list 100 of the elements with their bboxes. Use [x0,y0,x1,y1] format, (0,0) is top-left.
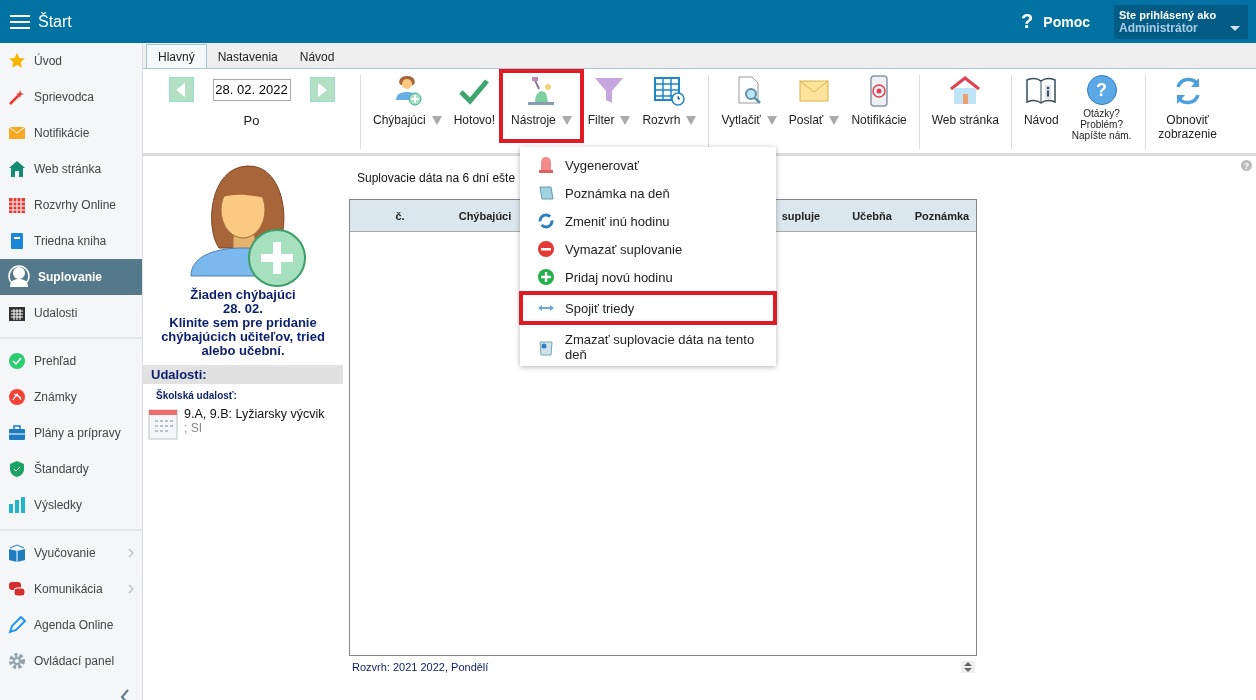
date-field[interactable]: 28. 02. 2022 [212,78,291,101]
sidebar-label: Udalosti [34,306,78,320]
sidebar-item[interactable]: Prehľad [0,343,142,379]
sidebar-item[interactable]: Vyučovanie [0,535,142,571]
app-title[interactable]: Štart [38,12,72,31]
toolbar-button[interactable]: Hotovo! [447,75,502,149]
sidebar-item[interactable]: Štandardy [0,451,142,487]
sidebar-item[interactable]: Úvod [0,43,142,79]
toolbar-button[interactable]: Poslať [782,75,846,149]
notebook-icon [8,232,26,250]
user-name: Administrátor [1119,20,1198,35]
user-dropdown[interactable]: Ste prihlásený ako Administrátor [1114,4,1248,39]
pencil-icon [8,616,26,634]
triangle-right-icon [317,82,327,97]
sidebar-label: Plány a prípravy [34,426,121,440]
sidebar-label: Štandardy [34,462,89,476]
trash-bin-icon [537,338,555,356]
timetable-clock-icon [653,75,686,107]
sidebar-label: Úvod [34,54,62,68]
caret-icon [561,115,572,125]
sidebar-label: Agenda Online [34,618,114,632]
sidebar-label: Prehľad [34,354,77,368]
event-note: ; SI [184,421,203,435]
event-title[interactable]: 9.A, 9.B: Lyžiarsky výcvik [184,407,325,421]
triangle-left-icon [176,82,186,97]
caret-icon [431,115,442,125]
toolbar-button[interactable]: Nástroje [501,71,582,141]
menu-item[interactable]: Spojiť triedy [521,293,775,323]
toolbar-button[interactable]: Obnoviť zobrazenie [1151,75,1224,149]
menu-item[interactable]: Poznámka na deň [521,179,775,207]
sidebar-label: Vyučovanie [34,546,96,560]
caret-icon [829,115,840,125]
check-circle-icon [8,352,26,370]
grade-circle-icon [8,388,26,406]
sidebar-item[interactable]: Výsledky [0,487,142,523]
sidebar-item[interactable]: Udalosti [0,295,142,331]
bar-chart-icon [8,496,26,514]
user-caption: Ste prihlásený ako [1119,8,1218,21]
caret-icon [1230,25,1240,31]
tab[interactable]: Nastavenia [206,45,289,68]
tab[interactable]: Hlavný [146,44,207,68]
menu-item[interactable]: Vygenerovať [521,151,775,179]
house-icon [8,160,26,178]
caret-icon [766,115,777,125]
sidebar-item[interactable]: Ovládací panel [0,643,142,679]
next-day-button[interactable] [309,77,335,102]
question-icon: ? [1086,75,1117,105]
caret-icon [620,115,631,125]
plus-circle-icon [537,268,555,286]
sidebar-item[interactable]: Notifikácie [0,115,142,151]
toolbar-button[interactable]: ? Otázky? Problém? Napíšte nám. [1064,75,1139,149]
calendar-icon [148,407,178,441]
toolbar-button[interactable]: Návod [1017,75,1065,149]
gear-icon [8,652,26,670]
menu-item[interactable]: Pridaj novú hodinu [521,263,775,291]
sidebar-item[interactable]: Agenda Online [0,607,142,643]
sidebar-item[interactable]: Plány a prípravy [0,415,142,451]
envelope-icon [8,124,26,142]
sidebar-item[interactable]: Web stránka [0,151,142,187]
briefcase-icon [8,424,26,442]
toolbar-button[interactable]: Web stránka [925,75,1005,149]
info-text: Suplovacie dáta na 6 dní ešte [357,171,517,185]
sidebar-item[interactable]: Komunikácia [0,571,142,607]
add-absent-prompt[interactable]: Žiaden chýbajúci 28. 02. Klinite sem pre pridanie chýbajúcich učiteľov, tried alebo učební. [153,288,333,358]
sidebar-item[interactable]: Suplovanie [0,259,142,295]
house-icon [949,75,982,107]
toolbar-button[interactable]: Chýbajúci [367,75,448,149]
sidebar-label: Suplovanie [38,270,102,284]
help-link[interactable]: ? Pomoc [1021,10,1090,33]
sidebar-label: Web stránka [34,162,102,176]
event-category: Školská udalosť: [156,390,237,401]
sidebar-label: Výsledky [34,498,83,512]
open-book-icon [8,544,26,562]
star-icon [8,52,26,70]
sidebar-label: Známky [34,390,77,404]
column-header: č. [394,209,406,222]
siren-icon [537,156,555,174]
shield-icon [8,460,26,478]
previous-day-button[interactable] [168,77,194,102]
chevron-right-icon [128,584,134,594]
column-header: Učebňa [851,209,893,222]
sidebar-label: Rozvrhy Online [34,198,117,212]
sidebar-label: Notifikácie [34,126,90,140]
caret-icon [686,115,697,125]
sidebar-item[interactable]: Sprievodca [0,79,142,115]
note-icon [537,184,555,202]
column-header: Poznámka [913,209,971,222]
menu-item[interactable]: Zmeniť inú hodinu [521,207,775,235]
tab[interactable]: Návod [288,45,346,68]
sidebar-item[interactable]: Rozvrhy Online [0,187,142,223]
calendar-icon [8,304,26,322]
menu-item[interactable]: Vymazať suplovanie [521,235,775,263]
minus-circle-icon [537,240,555,258]
menu-item[interactable]: Zmazať suplovacie dáta na tento deň [521,333,775,361]
sidebar-label: Triedna kniha [34,234,107,248]
book-icon [1025,75,1058,107]
sidebar-item[interactable]: Triedna kniha [0,223,142,259]
timetable-icon [8,196,26,214]
sidebar-item[interactable]: Známky [0,379,142,415]
toolbar-button[interactable]: Notifikácie [845,75,913,149]
